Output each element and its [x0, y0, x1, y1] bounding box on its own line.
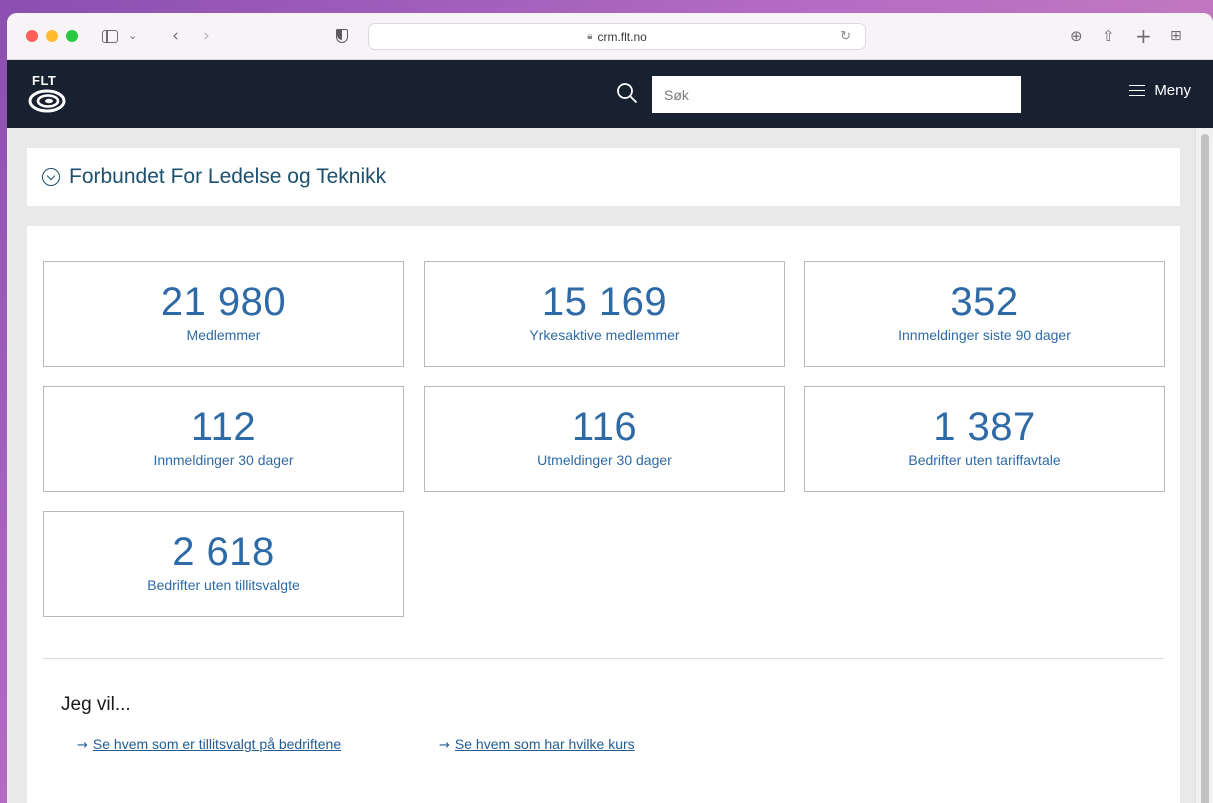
new-tab-icon[interactable]: +: [1135, 24, 1152, 48]
action-link-text[interactable]: Se hvem som er tillitsvalgt på bedriften…: [93, 736, 341, 752]
back-icon[interactable]: ‹: [172, 24, 179, 48]
stat-tile-members[interactable]: 21 980 Medlemmer: [43, 261, 404, 367]
chevron-down-icon[interactable]: ⌄: [128, 24, 137, 48]
stat-label: Innmeldinger 30 dager: [153, 452, 294, 468]
stat-tile-resignations-30[interactable]: 116 Utmeldinger 30 dager: [424, 386, 785, 492]
stat-label: Bedrifter uten tillitsvalgte: [147, 577, 300, 593]
page-title: Forbundet For Ledelse og Teknikk: [69, 165, 387, 188]
url-text: crm.flt.no: [597, 29, 647, 44]
tab-overview-icon[interactable]: ⊞: [1170, 24, 1182, 48]
sidebar-icon[interactable]: [102, 30, 118, 43]
share-icon[interactable]: ⇧: [1102, 24, 1115, 48]
address-bar[interactable]: 🔒︎ crm.flt.no ↻: [368, 23, 866, 50]
stat-tile-active-members[interactable]: 15 169 Yrkesaktive medlemmer: [424, 261, 785, 367]
action-link-representatives[interactable]: → Se hvem som er tillitsvalgt på bedrifte…: [77, 736, 341, 753]
actions-heading: Jeg vil...: [61, 694, 131, 715]
forward-icon[interactable]: ›: [203, 24, 210, 48]
menu-button[interactable]: Meny: [1129, 82, 1191, 99]
close-window-button[interactable]: [26, 30, 38, 42]
stat-label: Utmeldinger 30 dager: [537, 452, 672, 468]
menu-label: Meny: [1154, 82, 1191, 99]
stat-value: 352: [950, 280, 1019, 324]
stat-label: Medlemmer: [186, 327, 261, 343]
download-icon[interactable]: ⊕: [1070, 24, 1083, 48]
stat-label: Innmeldinger siste 90 dager: [898, 327, 1071, 343]
org-header-card[interactable]: Forbundet For Ledelse og Teknikk: [27, 148, 1180, 206]
stat-label: Bedrifter uten tariffavtale: [908, 452, 1061, 468]
shield-icon[interactable]: [336, 29, 348, 43]
section-divider: [43, 658, 1164, 659]
site-header: FLT Meny: [7, 60, 1213, 128]
stat-value: 15 169: [541, 280, 668, 324]
reload-icon[interactable]: ↻: [840, 28, 851, 44]
chevron-circle-down-icon[interactable]: [42, 168, 60, 186]
stat-tile-no-representatives[interactable]: 2 618 Bedrifter uten tillitsvalgte: [43, 511, 404, 617]
stat-value: 116: [571, 405, 638, 449]
stat-tile-no-tariff[interactable]: 1 387 Bedrifter uten tariffavtale: [804, 386, 1165, 492]
stat-value: 1 387: [933, 405, 1036, 449]
browser-window: ⌄ ‹ › 🔒︎ crm.flt.no ↻ ⊕ ⇧ + ⊞ FLT Søk Me…: [7, 13, 1213, 803]
stat-tile-signups-30[interactable]: 112 Innmeldinger 30 dager: [43, 386, 404, 492]
scrollbar-thumb[interactable]: [1201, 134, 1209, 803]
page-scrollbar[interactable]: [1195, 128, 1213, 803]
action-link-text[interactable]: Se hvem som har hvilke kurs: [455, 736, 635, 752]
hamburger-icon: [1129, 84, 1146, 97]
stat-value: 2 618: [172, 530, 275, 574]
flt-logo[interactable]: FLT: [27, 73, 73, 117]
stat-value: 112: [190, 405, 257, 449]
lock-icon: 🔒︎: [587, 31, 593, 42]
logo-text: FLT: [32, 73, 57, 88]
stat-value: 21 980: [160, 280, 287, 324]
action-link-courses[interactable]: → Se hvem som har hvilke kurs: [439, 736, 635, 753]
zoom-window-button[interactable]: [66, 30, 78, 42]
window-controls: [26, 30, 78, 42]
arrow-right-icon: →: [439, 738, 450, 753]
stat-tile-signups-90[interactable]: 352 Innmeldinger siste 90 dager: [804, 261, 1165, 367]
stat-label: Yrkesaktive medlemmer: [529, 327, 680, 343]
dashboard-card: 21 980 Medlemmer 15 169 Yrkesaktive medl…: [27, 226, 1180, 803]
browser-toolbar: ⌄ ‹ › 🔒︎ crm.flt.no ↻ ⊕ ⇧ + ⊞: [7, 13, 1213, 60]
minimize-window-button[interactable]: [46, 30, 58, 42]
search-icon[interactable]: [616, 82, 638, 104]
search-input[interactable]: [652, 76, 1021, 113]
arrow-right-icon: →: [77, 738, 88, 753]
logo-swirl-icon: [28, 89, 66, 113]
page-content: Forbundet For Ledelse og Teknikk 21 980 …: [7, 128, 1195, 803]
